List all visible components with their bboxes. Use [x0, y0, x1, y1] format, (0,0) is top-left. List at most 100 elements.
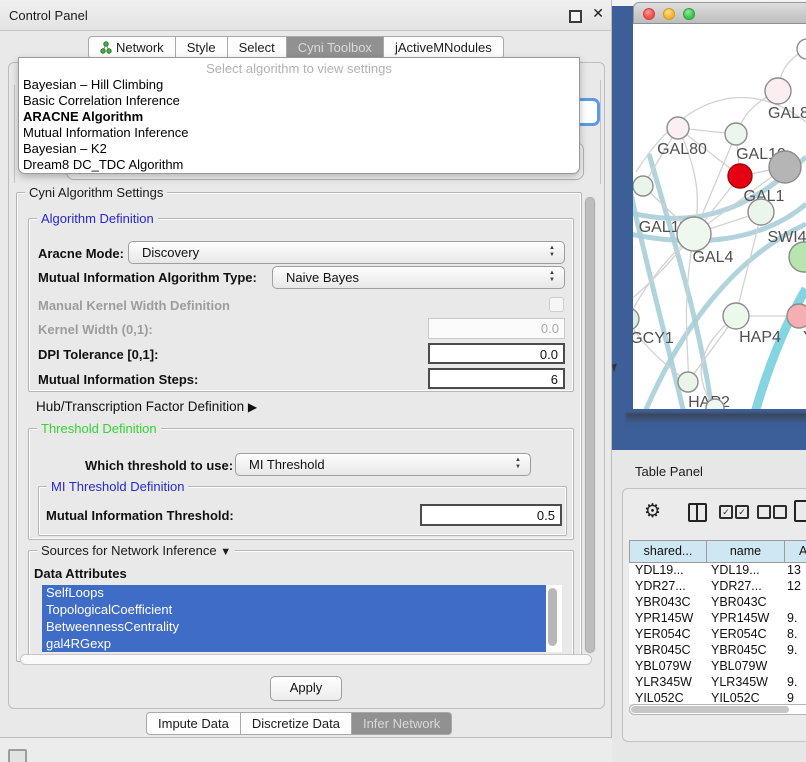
- mi-threshold-field[interactable]: 0.5: [420, 504, 562, 526]
- network-node[interactable]: [765, 78, 791, 104]
- algorithm-option[interactable]: Bayesian – K2: [19, 141, 579, 157]
- manual-kernel-width-checkbox[interactable]: [549, 297, 564, 312]
- network-edge[interactable]: [649, 154, 714, 409]
- table-row[interactable]: YPR145WYPR145W9.: [629, 611, 806, 627]
- dpi-tolerance-field[interactable]: 0.0: [428, 343, 565, 364]
- tab-network[interactable]: Network: [88, 36, 176, 59]
- select-all-checkbox-icon[interactable]: ✓: [719, 505, 733, 519]
- table-row[interactable]: YDR27...YDR27...12: [629, 579, 806, 595]
- select-all-checkbox-icon[interactable]: ✓: [735, 505, 749, 519]
- table-cell: YLR345W: [629, 675, 707, 691]
- network-node[interactable]: [723, 303, 749, 329]
- network-node[interactable]: [797, 39, 806, 59]
- network-edge[interactable]: [633, 319, 688, 382]
- network-node[interactable]: [769, 151, 801, 183]
- combo-arrows-icon: ▲▼: [549, 245, 555, 259]
- network-node-label: GCY1: [633, 330, 674, 347]
- tab-select[interactable]: Select: [228, 36, 287, 59]
- column-browser-icon[interactable]: [688, 503, 707, 522]
- table-cell: YDL19...: [707, 563, 787, 579]
- settings-vertical-scrollbar[interactable]: [584, 196, 596, 654]
- column-header-name[interactable]: name: [707, 540, 785, 563]
- document-icon[interactable]: [794, 500, 806, 522]
- gear-icon[interactable]: ⚙: [644, 500, 661, 522]
- minimized-panel-icon[interactable]: [8, 749, 27, 762]
- table-cell: [787, 659, 806, 675]
- network-node[interactable]: [787, 304, 806, 328]
- network-node[interactable]: [789, 242, 806, 272]
- scrollbar-thumb[interactable]: [585, 197, 595, 653]
- tab-discretize-data-label: Discretize Data: [252, 713, 340, 734]
- network-canvas[interactable]: GAL8GAL80GAL10GAL1GAL11SWI4GAL4GCY1HAP4Y…: [633, 24, 806, 409]
- which-threshold-combo[interactable]: MI Threshold ▲▼: [235, 453, 531, 476]
- table-panel: Table Panel ⚙ ✓ ✓ shared... name A YDL19…: [612, 450, 806, 762]
- table-cell: YDL19...: [629, 563, 707, 579]
- tab-style[interactable]: Style: [176, 36, 228, 59]
- data-attribute-item[interactable]: SelfLoops: [42, 585, 546, 602]
- scrollbar-thumb[interactable]: [631, 706, 789, 713]
- mi-steps-field[interactable]: 6: [428, 368, 565, 389]
- table-horizontal-scrollbar[interactable]: [629, 704, 806, 715]
- algorithm-option[interactable]: Basic Correlation Inference: [19, 93, 579, 109]
- control-panel-window: Control Panel ✕ Network Style Select: [0, 0, 612, 738]
- network-edge[interactable]: [736, 212, 761, 316]
- sources-group-title[interactable]: Sources for Network Inference ▼: [37, 543, 235, 558]
- network-node[interactable]: [633, 176, 653, 196]
- column-header-partial[interactable]: A: [785, 540, 806, 563]
- list-scrollbar-thumb[interactable]: [548, 588, 557, 646]
- minimize-window-icon[interactable]: [663, 8, 675, 20]
- data-attribute-item[interactable]: BetweennessCentrality: [42, 619, 546, 636]
- data-attribute-item[interactable]: TopologicalCoefficient: [42, 602, 546, 619]
- table-row[interactable]: YER054CYER054C8.: [629, 627, 806, 643]
- network-node[interactable]: [667, 117, 689, 139]
- float-panel-icon[interactable]: [569, 10, 582, 23]
- table-cell: YBR043C: [629, 595, 707, 611]
- tab-jactivemnodules[interactable]: jActiveMNodules: [384, 36, 504, 59]
- control-panel-tabbar: Network Style Select Cyni Toolbox jActiv…: [88, 36, 504, 59]
- table-cell: 9: [787, 691, 806, 704]
- apply-button[interactable]: Apply: [270, 676, 342, 701]
- tab-cyni-toolbox[interactable]: Cyni Toolbox: [287, 36, 384, 59]
- network-window-titlebar[interactable]: [633, 2, 806, 24]
- network-node[interactable]: [728, 164, 752, 188]
- algorithm-dropdown-popup: Select algorithm to view settings Bayesi…: [18, 57, 580, 174]
- table-toolbar: ⚙ ✓ ✓: [623, 489, 806, 537]
- aracne-mode-combo[interactable]: Discovery ▲▼: [128, 241, 565, 264]
- network-node[interactable]: [748, 199, 774, 225]
- table-row[interactable]: YLR345WYLR345W9.: [629, 675, 806, 691]
- kernel-width-label: Kernel Width (0,1):: [38, 322, 153, 337]
- deselect-all-checkbox-icon[interactable]: [757, 505, 771, 519]
- table-row[interactable]: YBL079WYBL079W: [629, 659, 806, 675]
- algorithm-option[interactable]: Dream8 DC_TDC Algorithm: [19, 157, 579, 173]
- tab-discretize-data[interactable]: Discretize Data: [241, 712, 352, 735]
- algorithm-definition-title: Algorithm Definition: [37, 211, 158, 226]
- close-window-icon[interactable]: [643, 8, 655, 20]
- zoom-window-icon[interactable]: [683, 8, 695, 20]
- kernel-width-field[interactable]: 0.0: [428, 318, 565, 339]
- tab-impute-data[interactable]: Impute Data: [146, 712, 241, 735]
- data-attributes-list: SelfLoopsTopologicalCoefficientBetweenne…: [42, 585, 562, 652]
- hub-definition-toggle[interactable]: Hub/Transcription Factor Definition ▶: [36, 399, 257, 414]
- mi-algorithm-type-value: Naive Bayes: [286, 270, 359, 285]
- table-cell: YBL079W: [629, 659, 707, 675]
- algorithm-option[interactable]: ARACNE Algorithm: [19, 109, 579, 125]
- table-row[interactable]: YDL19...YDL19...13: [629, 563, 806, 579]
- network-node[interactable]: [725, 123, 747, 145]
- table-row[interactable]: YBR043CYBR043C: [629, 595, 806, 611]
- close-panel-icon[interactable]: ✕: [592, 5, 604, 22]
- table-row[interactable]: YIL052CYIL052C9: [629, 691, 806, 704]
- threshold-definition-title: Threshold Definition: [37, 421, 161, 436]
- table-cell: YBR045C: [707, 643, 787, 659]
- table-row[interactable]: YBR045CYBR045C9.: [629, 643, 806, 659]
- algorithm-option[interactable]: Mutual Information Inference: [19, 125, 579, 141]
- algorithm-option[interactable]: Bayesian – Hill Climbing: [19, 77, 579, 93]
- network-node[interactable]: [677, 217, 711, 251]
- deselect-all-checkbox-icon[interactable]: [773, 505, 787, 519]
- column-header-shared-name[interactable]: shared...: [629, 540, 707, 563]
- mi-algorithm-type-combo[interactable]: Naive Bayes ▲▼: [272, 266, 565, 289]
- tab-infer-network[interactable]: Infer Network: [352, 712, 452, 735]
- data-attribute-item[interactable]: gal4RGexp: [42, 636, 546, 652]
- network-node[interactable]: [678, 372, 698, 392]
- network-node[interactable]: [633, 308, 639, 330]
- settings-horizontal-scrollbar[interactable]: [20, 654, 592, 665]
